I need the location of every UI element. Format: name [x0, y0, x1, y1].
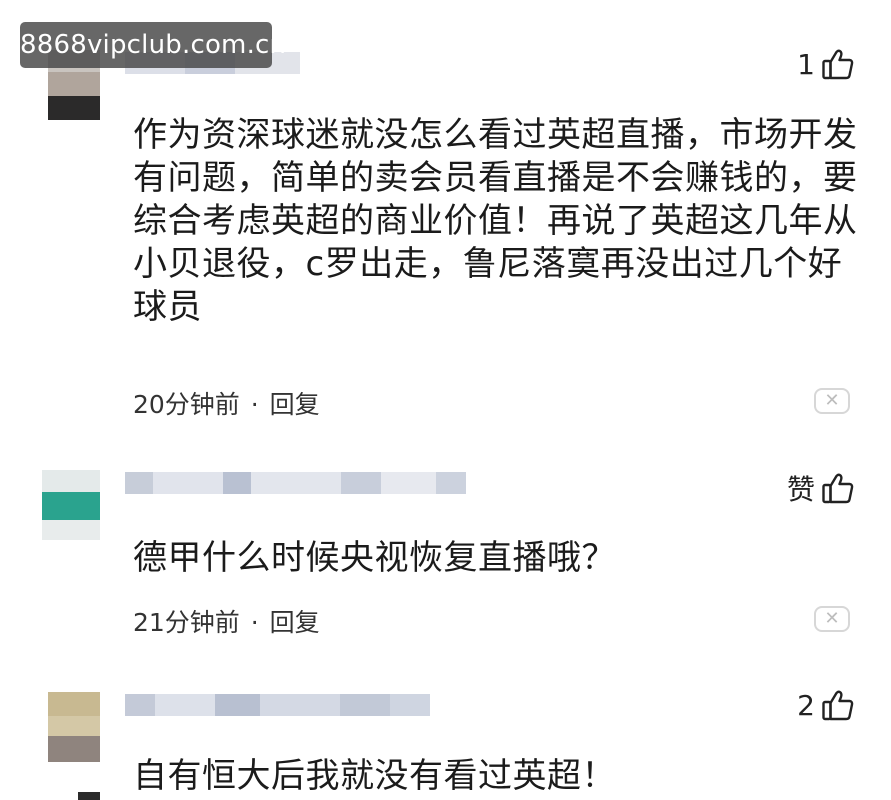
like-count: 赞	[786, 473, 815, 506]
like-button[interactable]: 2	[797, 688, 855, 722]
comment-text: 作为资深球迷就没怎么看过英超直播，市场开发有问题，简单的卖会员看直播是不会赚钱的…	[133, 115, 858, 327]
avatar[interactable]	[42, 470, 100, 540]
avatar-partial	[78, 792, 100, 800]
like-count: 2	[797, 688, 815, 722]
comment-meta: 20分钟前 · 回复	[133, 385, 320, 421]
close-icon: ✕	[824, 608, 840, 629]
thumbs-up-icon	[822, 690, 854, 721]
comment-text: 德甲什么时候央视恢复直播哦？	[133, 538, 616, 578]
close-icon: ✕	[824, 390, 840, 411]
thumbs-up-icon	[822, 473, 854, 504]
username-blurred[interactable]	[125, 694, 430, 716]
comment-time: 21分钟前	[133, 608, 240, 637]
reply-link[interactable]: 回复	[270, 608, 320, 637]
thumbs-up-icon	[822, 49, 854, 80]
dismiss-button[interactable]: ✕	[814, 388, 850, 414]
like-button[interactable]: 1	[797, 47, 855, 81]
meta-separator: ·	[250, 390, 259, 419]
comment-time: 20分钟前	[133, 390, 240, 419]
like-count: 1	[797, 47, 815, 81]
username-blurred[interactable]	[125, 472, 466, 494]
dismiss-button[interactable]: ✕	[814, 606, 850, 632]
site-watermark: 8868vipclub.com.cn	[20, 22, 286, 68]
reply-link[interactable]: 回复	[270, 390, 320, 419]
meta-separator: ·	[250, 608, 259, 637]
comment-text: 自有恒大后我就没有看过英超！	[133, 756, 616, 796]
like-button[interactable]: 赞	[787, 468, 855, 508]
avatar[interactable]	[48, 692, 100, 762]
comment-meta: 21分钟前 · 回复	[133, 603, 320, 639]
